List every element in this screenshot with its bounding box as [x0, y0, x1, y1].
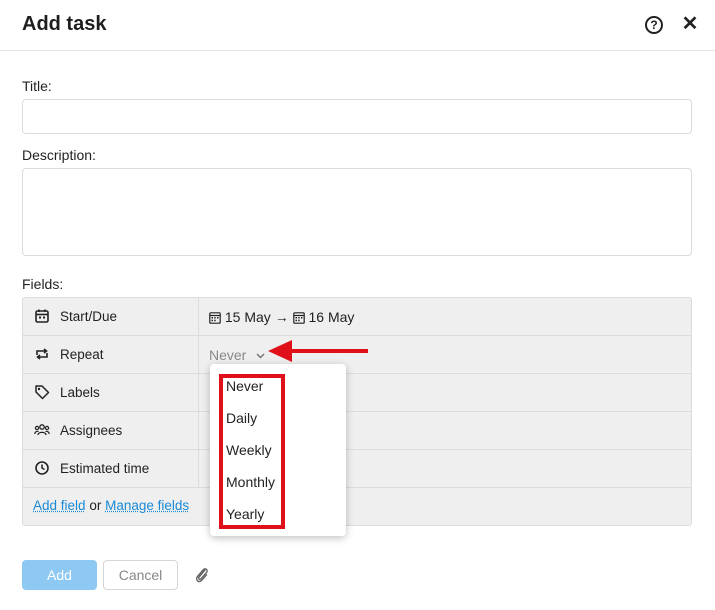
calendar-icon — [292, 312, 305, 324]
users-icon — [34, 424, 50, 436]
manage-fields-link[interactable]: Manage fields — [105, 498, 189, 513]
cancel-button[interactable]: Cancel — [103, 560, 178, 590]
field-row-start-due[interactable]: Start/Due 15 May → 16 May — [23, 298, 691, 336]
field-label-start-due: Start/Due — [60, 309, 118, 324]
field-actions: Add field or Manage fields — [33, 498, 189, 513]
repeat-value: Never — [209, 347, 247, 363]
field-label-labels: Labels — [60, 385, 100, 400]
fields-label: Fields: — [22, 276, 64, 292]
chevron-down-icon — [256, 353, 265, 359]
field-name-cell: Assignees — [23, 412, 199, 449]
field-row-labels[interactable]: Labels — [23, 374, 691, 412]
field-label-estimated-time: Estimated time — [60, 461, 150, 476]
title-label: Title: — [22, 78, 52, 94]
tag-icon — [35, 385, 50, 400]
title-input[interactable] — [22, 99, 692, 134]
field-name-cell: Labels — [23, 374, 199, 411]
description-input[interactable] — [22, 168, 692, 256]
field-name-cell: Start/Due — [23, 298, 199, 335]
field-label-repeat: Repeat — [60, 347, 104, 362]
calendar-icon — [209, 312, 221, 324]
due-date: 16 May — [308, 309, 355, 325]
start-due-value[interactable]: 15 May → 16 May — [209, 309, 354, 325]
fields-table: Start/Due 15 May → 16 May Repeat Never L… — [22, 297, 692, 526]
repeat-icon — [36, 348, 48, 360]
help-icon[interactable]: ? — [645, 16, 663, 34]
field-row-assignees[interactable]: Assignees — [23, 412, 691, 450]
start-date: 15 May — [224, 309, 271, 325]
calendar-icon — [35, 309, 49, 323]
field-label-assignees: Assignees — [60, 423, 123, 438]
dialog-header: Add task ? ✕ — [0, 0, 715, 51]
clock-icon — [35, 461, 49, 475]
add-field-link[interactable]: Add field — [33, 498, 86, 513]
or-text: or — [89, 498, 102, 513]
date-arrow: → — [274, 309, 289, 325]
dialog-title: Add task — [22, 13, 107, 35]
field-name-cell: Repeat — [23, 336, 199, 373]
field-row-estimated-time[interactable]: Estimated time — [23, 450, 691, 488]
add-button[interactable]: Add — [22, 560, 97, 590]
highlight-box — [219, 374, 285, 529]
close-icon[interactable]: ✕ — [681, 12, 699, 36]
annotation-arrow — [268, 340, 368, 362]
paperclip-icon[interactable] — [194, 566, 210, 584]
field-name-cell: Estimated time — [23, 450, 199, 487]
repeat-select[interactable]: Never — [209, 347, 265, 363]
description-label: Description: — [22, 147, 96, 163]
